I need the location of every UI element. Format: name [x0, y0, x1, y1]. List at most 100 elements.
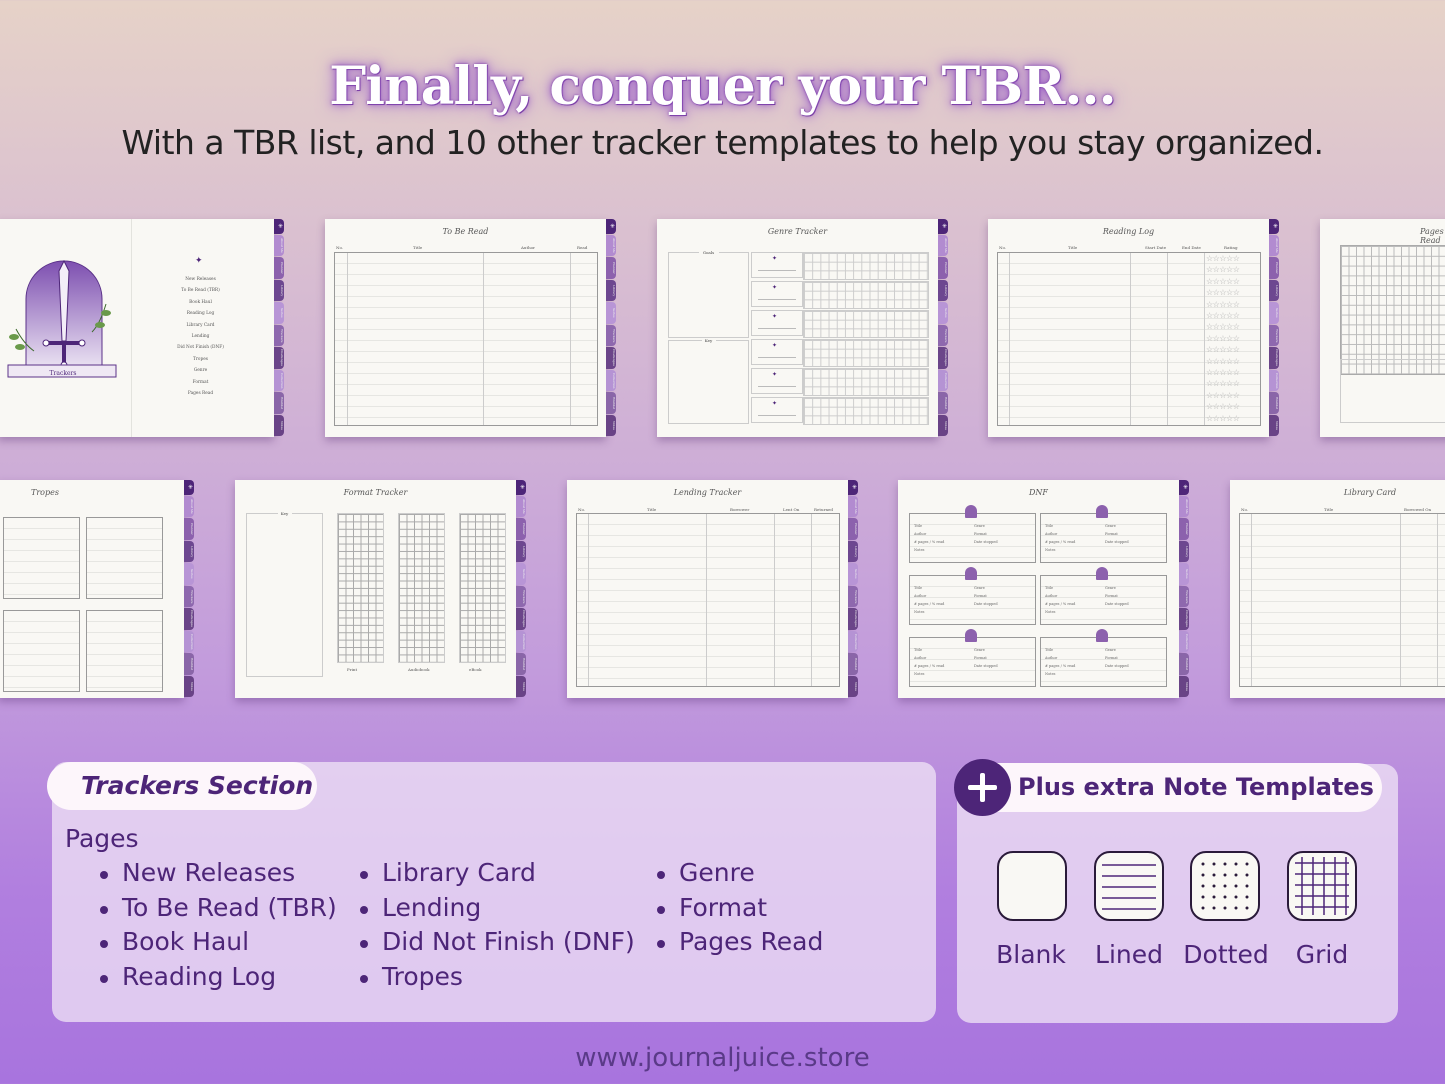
dot — [1212, 884, 1216, 888]
dnf-card: Title Author # pages / % read Notes Genre For… — [909, 513, 1036, 563]
library-table — [1239, 513, 1445, 687]
side-tab: Trackers — [938, 324, 948, 347]
star-row: ☆☆☆☆☆ — [1206, 311, 1240, 321]
side-tab: About Me — [938, 235, 948, 257]
col-borrower: Borrower — [730, 507, 750, 512]
dot — [1201, 884, 1205, 888]
genre-number-grid — [803, 397, 929, 425]
dotted-template-icon — [1190, 851, 1260, 921]
arch-icon — [1096, 505, 1108, 518]
page-title: Tropes — [31, 488, 59, 497]
home-tab: ✳ — [184, 480, 194, 496]
star-row: ☆☆☆☆☆ — [1206, 333, 1240, 343]
side-tab: Notes — [516, 675, 526, 697]
preview-trackers-cover: Trackers ✦ New Releases To Be Read (TBR) B… — [0, 219, 284, 437]
side-tab: Planner — [184, 518, 194, 540]
dot — [1245, 884, 1249, 888]
side-tab: Series — [274, 302, 284, 324]
side-tab: Challenges — [1179, 608, 1189, 630]
list-item: Format — [655, 891, 823, 926]
dot — [1223, 873, 1227, 877]
dot — [1245, 895, 1249, 899]
home-tab: ✳ — [1179, 480, 1189, 496]
dot — [1223, 884, 1227, 888]
side-tab: Notes — [606, 414, 616, 436]
blank-label: Blank — [996, 940, 1066, 969]
side-tab: Planner — [516, 518, 526, 540]
format-label: Print — [347, 667, 358, 672]
pages-list-col-2: Library Card Lending Did Not Finish (DNF… — [358, 856, 635, 994]
dot — [1245, 862, 1249, 866]
genre-number-grid — [803, 281, 929, 309]
list-item: Library Card — [358, 856, 635, 891]
side-tab: Library — [606, 279, 616, 302]
star-row: ☆☆☆☆☆ — [1206, 276, 1240, 286]
format-label: Audiobook — [408, 667, 430, 672]
side-tabs: ✳ About Me Planner Library Series Trackers Cha… — [1179, 480, 1189, 698]
side-tab: Challenges — [1269, 347, 1279, 369]
dot — [1234, 906, 1238, 910]
dot — [1212, 906, 1216, 910]
side-tab: Challenges — [274, 347, 284, 369]
side-tab: Collection — [1179, 630, 1189, 653]
side-tab: Challenges — [606, 347, 616, 369]
genre-number-grid — [803, 339, 929, 367]
side-tab: Series — [848, 563, 858, 585]
star-row: ☆☆☆☆☆ — [1206, 413, 1240, 423]
trope-card — [86, 517, 163, 599]
col-lent-on: Lent On — [783, 507, 800, 512]
side-tab: Collection — [184, 630, 194, 653]
side-tab: Trackers — [1269, 324, 1279, 347]
note-templates-heading: Plus extra Note Templates — [960, 763, 1382, 812]
key-box: Key — [246, 511, 323, 677]
star-row: ☆☆☆☆☆ — [1206, 288, 1240, 298]
page-title: Genre Tracker — [767, 227, 828, 236]
side-tab: Planner — [274, 257, 284, 279]
arch-icon — [1096, 567, 1108, 580]
key-label: Key — [701, 338, 716, 343]
cover-menu-item: Library Card — [186, 322, 215, 328]
side-tab: Challenges — [938, 347, 948, 369]
side-tab: Library — [848, 540, 858, 563]
side-tabs: ✳ About Me Planner Library Series Trackers Cha… — [184, 480, 194, 698]
goals-box: Goals — [668, 250, 749, 338]
col-start-date: Start Date — [1145, 245, 1167, 250]
side-tab: Planner — [606, 257, 616, 279]
side-tab: Wishlist — [1179, 653, 1189, 675]
col-author: Author — [521, 245, 535, 250]
side-tab: Challenges — [184, 608, 194, 630]
star-row: ☆☆☆☆☆ — [1206, 402, 1240, 412]
cover-menu-item: New Releases — [185, 277, 216, 282]
headline: Finally, conquer your TBR... — [329, 56, 1116, 117]
side-tab: Trackers — [274, 324, 284, 347]
dot — [1223, 862, 1227, 866]
col-title: Title — [413, 245, 423, 250]
col-no: No. — [1241, 507, 1249, 512]
list-item: Reading Log — [98, 960, 337, 995]
pages-list-col-3: Genre Format Pages Read — [655, 856, 823, 960]
cover-menu-item: Genre — [193, 368, 208, 374]
home-tab: ✳ — [1269, 219, 1279, 235]
side-tab: Notes — [184, 675, 194, 697]
col-end-date: End Date — [1182, 245, 1201, 250]
side-tab: Library — [184, 540, 194, 563]
star-row: ☆☆☆☆☆ — [1206, 299, 1240, 309]
dnf-card: Title Author # pages / % read Notes Genre For… — [909, 637, 1036, 687]
star-row: ☆☆☆☆☆ — [1206, 254, 1240, 263]
side-tab: Challenges — [516, 608, 526, 630]
home-tab: ✳ — [848, 480, 858, 496]
blank-template-icon — [997, 851, 1067, 921]
star-row: ☆☆☆☆☆ — [1206, 390, 1240, 400]
side-tab: Notes — [1179, 675, 1189, 697]
cover-menu: New Releases To Be Read (TBR) Book Haul Rea… — [148, 274, 253, 399]
side-tab: Planner — [938, 257, 948, 279]
dnf-card: Title Author # pages / % read Notes Genre For… — [1040, 513, 1167, 563]
side-tabs: ✳ About Me Planner Library Series Trackers Cha… — [274, 219, 284, 437]
format-grid — [337, 513, 384, 663]
preview-tropes: Tropes ✳ About Me Planner Library Series Trac… — [0, 480, 194, 698]
key-label: Key — [277, 511, 292, 516]
store-url[interactable]: www.journaljuice.store — [0, 1043, 1445, 1073]
star-row: ☆☆☆☆☆ — [1206, 356, 1240, 366]
side-tab: Library — [1269, 279, 1279, 302]
side-tab: Library — [274, 279, 284, 302]
